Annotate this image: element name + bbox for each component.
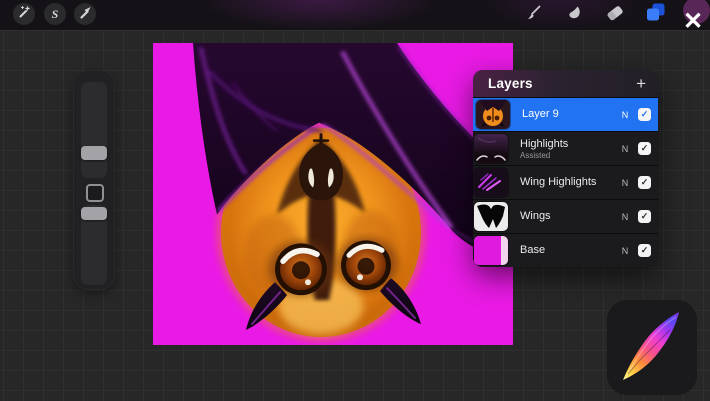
layer-row-controls: N ✓ xyxy=(619,108,651,121)
opacity-handle[interactable] xyxy=(81,207,107,220)
eraser-icon xyxy=(605,3,625,28)
procreate-workspace: { "topbar": { "selection_glyph": "S", "c… xyxy=(0,0,710,401)
layer-name: Base xyxy=(520,244,545,256)
layer-row-wing-highlights[interactable]: Wing Highlights N ✓ xyxy=(473,165,658,199)
layer-row-controls: N ✓ xyxy=(619,142,651,155)
brush-size-handle[interactable] xyxy=(81,146,107,160)
layer-row-controls: N ✓ xyxy=(619,244,651,257)
blend-mode-button[interactable]: N xyxy=(619,110,631,120)
visibility-checkbox[interactable]: ✓ xyxy=(638,210,651,223)
layer-subtitle: Assisted xyxy=(520,151,568,160)
transform-arrow-icon xyxy=(77,4,93,25)
layers-panel: Layers + Layer 9 N ✓ xyxy=(473,70,658,267)
layer-row-controls: N ✓ xyxy=(619,176,651,189)
blend-mode-button[interactable]: N xyxy=(619,246,631,256)
selections-button[interactable]: S xyxy=(44,3,66,25)
smudge-tool-button[interactable] xyxy=(563,4,585,26)
layers-panel-button[interactable] xyxy=(644,4,666,26)
visibility-checkbox[interactable]: ✓ xyxy=(638,244,651,257)
layer-row-wings[interactable]: Wings N ✓ xyxy=(473,199,658,233)
visibility-checkbox[interactable]: ✓ xyxy=(638,108,651,121)
layers-icon xyxy=(645,2,666,28)
bat-artwork xyxy=(153,43,513,345)
blend-mode-button[interactable]: N xyxy=(619,144,631,154)
layer-name: Wing Highlights xyxy=(520,176,596,188)
blend-mode-button[interactable]: N xyxy=(619,212,631,222)
toolbar-glow xyxy=(200,0,440,30)
selection-s-icon: S xyxy=(52,7,59,22)
layer-thumbnail xyxy=(474,236,508,265)
blend-mode-button[interactable]: N xyxy=(619,178,631,188)
visibility-checkbox[interactable]: ✓ xyxy=(638,142,651,155)
brush-tool-button[interactable] xyxy=(522,4,544,26)
top-toolbar: S xyxy=(0,0,710,30)
layer-row-text: Base xyxy=(520,244,545,257)
eraser-tool-button[interactable] xyxy=(604,4,626,26)
layers-panel-header: Layers + xyxy=(473,70,658,97)
layer-row-layer9[interactable]: Layer 9 N ✓ xyxy=(473,97,658,131)
layer-thumbnail xyxy=(474,134,508,163)
layer-name: Layer 9 xyxy=(522,108,559,120)
layer-thumbnail xyxy=(474,168,508,197)
layer-row-controls: N ✓ xyxy=(619,210,651,223)
layer-row-text: Wing Highlights xyxy=(520,176,596,189)
layer-row-highlights[interactable]: Highlights Assisted N ✓ xyxy=(473,131,658,165)
layer-name: Wings xyxy=(520,210,551,222)
transform-button[interactable] xyxy=(74,3,96,25)
layer-row-text: Highlights Assisted xyxy=(520,138,568,160)
modify-button[interactable] xyxy=(86,184,104,202)
layer-thumbnail xyxy=(476,100,510,129)
brush-sidebar xyxy=(73,70,115,290)
brush-size-slider[interactable] xyxy=(81,82,107,178)
smudge-finger-icon xyxy=(564,3,584,28)
layer-name: Highlights xyxy=(520,138,568,150)
procreate-logo xyxy=(607,300,697,395)
layer-row-text: Layer 9 xyxy=(522,108,559,121)
layer-row-base[interactable]: Base N ✓ xyxy=(473,233,658,267)
visibility-checkbox[interactable]: ✓ xyxy=(638,176,651,189)
adjustments-button[interactable] xyxy=(13,3,35,25)
brush-icon xyxy=(523,3,543,28)
drawing-canvas[interactable] xyxy=(153,43,513,345)
close-icon: ✕ xyxy=(683,9,703,35)
add-layer-button[interactable]: + xyxy=(636,75,646,92)
layers-title: Layers xyxy=(488,76,533,91)
magic-wand-icon xyxy=(16,4,32,25)
layer-thumbnail xyxy=(474,202,508,231)
close-button[interactable]: ✕ xyxy=(680,9,706,35)
layer-row-text: Wings xyxy=(520,210,551,223)
